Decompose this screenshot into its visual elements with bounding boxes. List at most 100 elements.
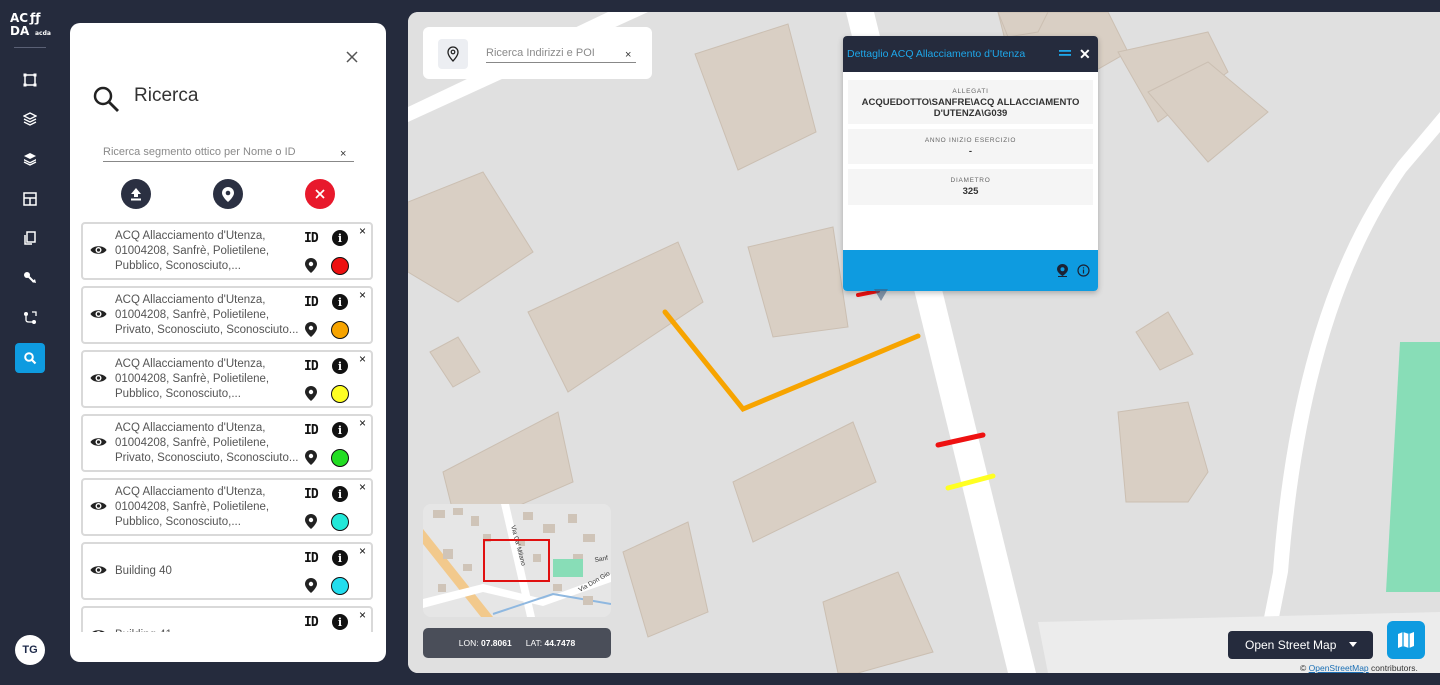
info-icon[interactable] bbox=[1077, 264, 1090, 277]
location-pin-icon[interactable] bbox=[305, 386, 317, 401]
overview-minimap[interactable]: Via Ca' Milano Via Don Gio Sanf bbox=[423, 504, 611, 617]
remove-result-button[interactable]: × bbox=[359, 224, 366, 238]
location-pin-icon[interactable] bbox=[305, 322, 317, 337]
result-description: ACQ Allacciamento d'Utenza, 01004208, San… bbox=[115, 293, 305, 338]
panel-close-button[interactable] bbox=[344, 49, 360, 65]
latitude-readout: LAT: 44.7478 bbox=[525, 638, 576, 648]
layers-button[interactable] bbox=[15, 144, 45, 174]
eye-icon[interactable] bbox=[90, 627, 107, 632]
info-icon[interactable]: i bbox=[332, 614, 348, 630]
svg-text:acda: acda bbox=[35, 30, 51, 37]
info-icon[interactable]: i bbox=[332, 230, 348, 246]
app-logo[interactable]: AC ƒƒ DA acda bbox=[10, 11, 52, 38]
result-card[interactable]: ACQ Allacciamento d'Utenza, 01004208, San… bbox=[81, 222, 373, 280]
locate-all-button[interactable] bbox=[213, 179, 243, 209]
info-icon[interactable]: i bbox=[332, 486, 348, 502]
copy-button[interactable] bbox=[15, 223, 45, 253]
color-swatch[interactable] bbox=[331, 449, 349, 467]
location-pin-icon[interactable] bbox=[305, 258, 317, 273]
eye-icon[interactable] bbox=[90, 307, 107, 321]
remove-result-button[interactable]: × bbox=[359, 352, 366, 366]
address-search-input[interactable] bbox=[486, 44, 636, 63]
search-nav-button[interactable] bbox=[15, 343, 45, 373]
layers-outline-button[interactable] bbox=[15, 104, 45, 134]
detail-field-allegati: ALLEGATI ACQUEDOTTO\SANFRE\ACQ ALLACCIAM… bbox=[848, 80, 1093, 124]
info-icon[interactable]: i bbox=[332, 550, 348, 566]
color-swatch[interactable] bbox=[331, 577, 349, 595]
basemap-select-label: Open Street Map bbox=[1245, 638, 1337, 652]
basemap-select[interactable]: Open Street Map bbox=[1228, 631, 1373, 659]
segment-search-input[interactable] bbox=[103, 143, 354, 162]
detail-close-button[interactable]: ✕ bbox=[1079, 46, 1091, 63]
detail-footer bbox=[843, 250, 1098, 291]
remove-result-button[interactable]: × bbox=[359, 544, 366, 558]
id-button[interactable]: ID bbox=[304, 615, 319, 630]
user-avatar[interactable]: TG bbox=[15, 635, 45, 665]
result-card[interactable]: Building 41ID i × bbox=[81, 606, 373, 632]
eye-icon[interactable] bbox=[90, 563, 107, 577]
remove-result-button[interactable]: × bbox=[359, 416, 366, 430]
coordinates-readout: LON: 07.8061 LAT: 44.7478 bbox=[423, 628, 611, 658]
result-card[interactable]: ACQ Allacciamento d'Utenza, 01004208, San… bbox=[81, 286, 373, 344]
tools-button[interactable] bbox=[15, 263, 45, 293]
detail-header[interactable]: Dettaglio ACQ Allacciamento d'Utenza ✕ bbox=[843, 36, 1098, 72]
remove-result-button[interactable]: × bbox=[359, 288, 366, 302]
result-description: ACQ Allacciamento d'Utenza, 01004208, San… bbox=[115, 485, 305, 530]
info-icon[interactable]: i bbox=[332, 294, 348, 310]
id-button[interactable]: ID bbox=[304, 423, 319, 438]
result-card[interactable]: ACQ Allacciamento d'Utenza, 01004208, San… bbox=[81, 478, 373, 536]
tools-icon bbox=[24, 272, 36, 283]
result-description: ACQ Allacciamento d'Utenza, 01004208, San… bbox=[115, 421, 305, 466]
eye-icon[interactable] bbox=[90, 243, 107, 257]
info-icon[interactable]: i bbox=[332, 422, 348, 438]
result-card[interactable]: ACQ Allacciamento d'Utenza, 01004208, San… bbox=[81, 414, 373, 472]
copy-icon bbox=[24, 231, 36, 245]
drag-handle-icon[interactable] bbox=[1059, 48, 1071, 58]
color-swatch[interactable] bbox=[331, 321, 349, 339]
svg-text:ƒƒ: ƒƒ bbox=[29, 12, 41, 25]
vector-icon bbox=[23, 73, 37, 87]
longitude-readout: LON: 07.8061 bbox=[458, 638, 512, 648]
address-search-clear[interactable]: × bbox=[625, 49, 631, 61]
minimap-view: Via Ca' Milano Via Don Gio Sanf bbox=[423, 504, 611, 617]
location-pin-icon[interactable] bbox=[1057, 264, 1068, 277]
result-line: ACQ Allacciamento d'Utenza, bbox=[115, 358, 266, 370]
field-value: 325 bbox=[962, 186, 979, 197]
result-card[interactable]: ACQ Allacciamento d'Utenza, 01004208, San… bbox=[81, 350, 373, 408]
result-line: 01004208, Sanfrè, Polietilene, bbox=[115, 245, 270, 257]
eye-icon[interactable] bbox=[90, 435, 107, 449]
id-button[interactable]: ID bbox=[304, 231, 319, 246]
vector-tool-button[interactable] bbox=[15, 65, 45, 95]
osm-attribution-link[interactable]: OpenStreetMap bbox=[1309, 663, 1369, 673]
result-card[interactable]: Building 40 ID i × bbox=[81, 542, 373, 600]
id-button[interactable]: ID bbox=[304, 551, 319, 566]
layout-button[interactable] bbox=[15, 184, 45, 214]
field-value: ACQUEDOTTO\SANFRE\ACQ ALLACCIAMENTO D'UT… bbox=[861, 97, 1080, 119]
upload-button[interactable] bbox=[121, 179, 151, 209]
map-toggle-button[interactable] bbox=[1387, 621, 1425, 659]
result-line: Pubblico, Sconosciuto,... bbox=[115, 388, 241, 400]
location-pin-icon[interactable] bbox=[305, 514, 317, 529]
remove-result-button[interactable]: × bbox=[359, 608, 366, 622]
result-line: ACQ Allacciamento d'Utenza, bbox=[115, 230, 266, 242]
color-swatch[interactable] bbox=[331, 257, 349, 275]
eye-icon[interactable] bbox=[90, 371, 107, 385]
segment-search-clear[interactable]: × bbox=[340, 148, 346, 160]
panel-title: Ricerca bbox=[134, 85, 199, 106]
id-button[interactable]: ID bbox=[304, 295, 319, 310]
remove-result-button[interactable]: × bbox=[359, 480, 366, 494]
color-swatch[interactable] bbox=[331, 385, 349, 403]
chevron-down-icon bbox=[1349, 642, 1357, 647]
info-icon[interactable]: i bbox=[332, 358, 348, 374]
address-pin-button[interactable] bbox=[438, 39, 468, 69]
route-button[interactable] bbox=[15, 303, 45, 333]
location-pin-icon[interactable] bbox=[305, 450, 317, 465]
eye-icon[interactable] bbox=[90, 499, 107, 513]
location-pin-icon[interactable] bbox=[305, 578, 317, 593]
color-swatch[interactable] bbox=[331, 513, 349, 531]
clear-all-button[interactable] bbox=[305, 179, 335, 209]
result-line: ACQ Allacciamento d'Utenza, bbox=[115, 294, 266, 306]
svg-text:DA: DA bbox=[10, 24, 30, 38]
id-button[interactable]: ID bbox=[304, 359, 319, 374]
id-button[interactable]: ID bbox=[304, 487, 319, 502]
